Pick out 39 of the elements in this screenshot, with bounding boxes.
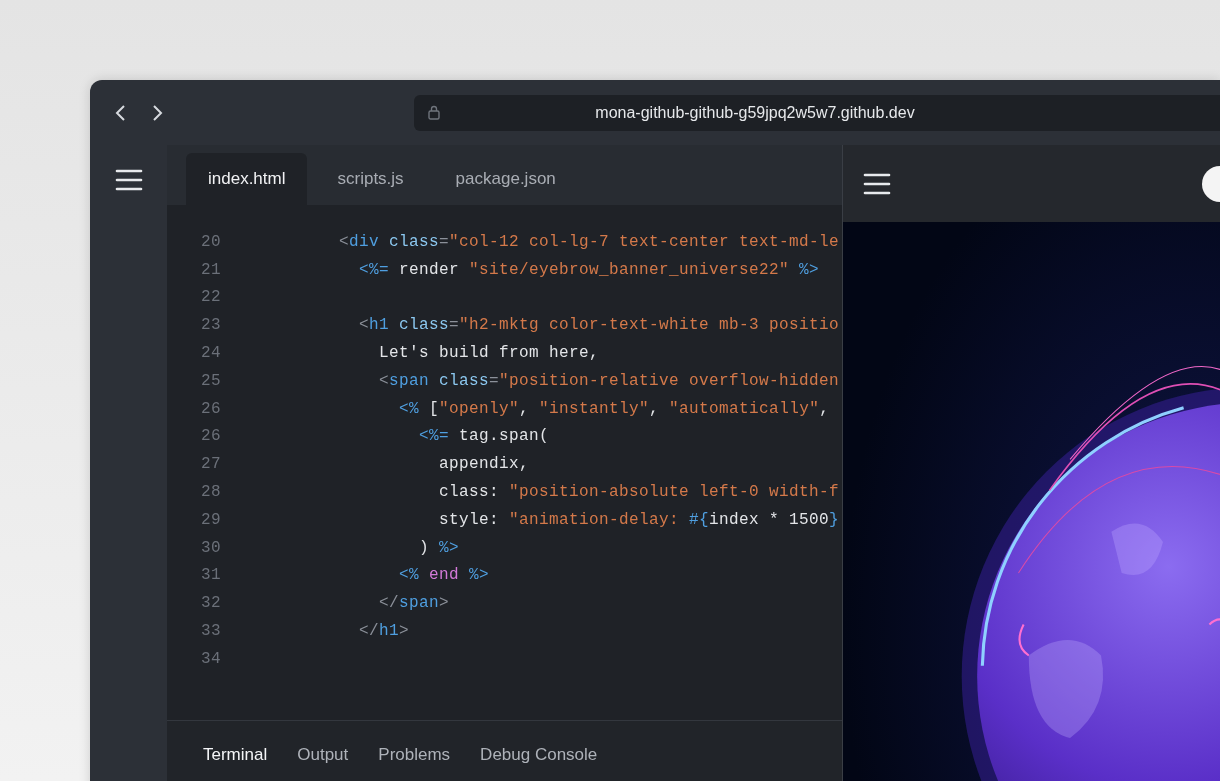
line-number: 22 xyxy=(200,288,222,307)
code-line: </span> xyxy=(378,594,450,613)
file-tab[interactable]: scripts.js xyxy=(315,153,426,205)
panel-tab[interactable]: Debug Console xyxy=(480,745,598,765)
code-line: <%= tag.span( xyxy=(418,427,550,446)
code-line: <% ["openly", "instantly", "automatically", xyxy=(398,399,830,418)
code-line: appendix, xyxy=(438,455,530,474)
line-number: 28 xyxy=(200,483,222,502)
panel-tab[interactable]: Output xyxy=(297,745,349,765)
code-line: class: "position-absolute left-0 width-f xyxy=(438,483,840,502)
line-number: 31 xyxy=(200,566,222,585)
line-number: 21 xyxy=(200,260,222,279)
code-line: Let's build from here, xyxy=(378,344,600,363)
code-line: <% end %> xyxy=(398,566,490,585)
line-number: 27 xyxy=(200,455,222,474)
file-tab[interactable]: index.html xyxy=(186,153,308,205)
code-line: <%= render "site/eyebrow_banner_universe22" %> xyxy=(358,260,820,279)
line-number: 20 xyxy=(200,232,222,251)
line-number: 29 xyxy=(200,510,222,529)
line-number: 25 xyxy=(200,371,222,390)
panel-tab[interactable]: Terminal xyxy=(203,745,268,765)
panel-tab[interactable]: Problems xyxy=(378,745,451,765)
code-line: <div class="col-12 col-lg-7 text-center text-md-le xyxy=(339,232,840,251)
line-number: 33 xyxy=(200,622,222,641)
line-number: 32 xyxy=(200,594,222,613)
line-number: 24 xyxy=(200,344,222,363)
line-number: 34 xyxy=(200,649,222,668)
code-line: </h1> xyxy=(358,622,410,641)
code-line: <span class="position-relative overflow-hidden xyxy=(378,371,840,390)
code-line: style: "animation-delay: #{index * 1500} xyxy=(438,510,840,529)
line-number: 26 xyxy=(200,427,222,446)
address-bar[interactable]: mona-github-github-g59jpq2w5w7.github.dev xyxy=(414,94,1220,131)
line-number: 23 xyxy=(200,316,222,335)
url-text: mona-github-github-g59jpq2w5w7.github.dev xyxy=(594,103,916,122)
line-number: 30 xyxy=(200,538,222,557)
file-tab[interactable]: package.json xyxy=(433,153,578,205)
line-number: 26 xyxy=(200,399,222,418)
code-line: ) %> xyxy=(418,538,460,557)
code-line: <h1 class="h2-mktg color-text-white mb-3 positio xyxy=(358,316,840,335)
